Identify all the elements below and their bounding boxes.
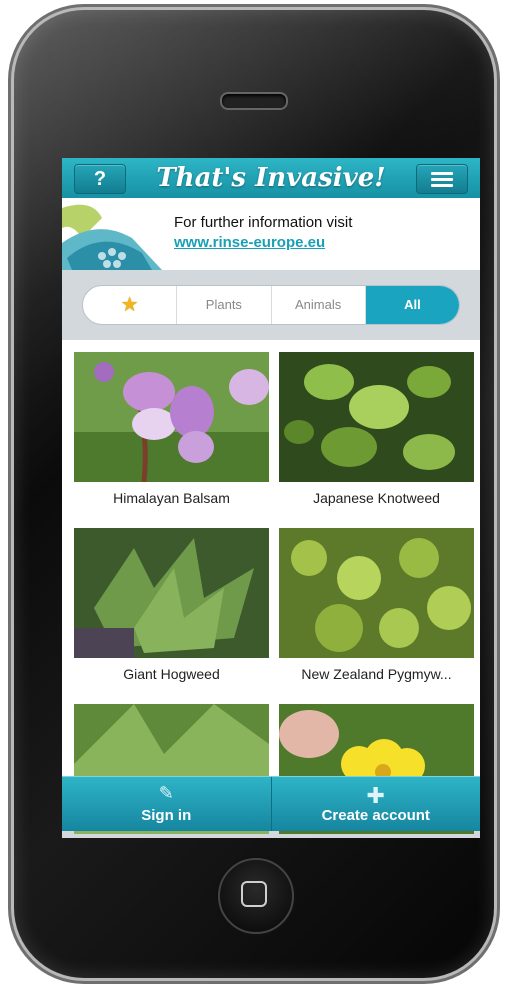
menu-button[interactable] xyxy=(416,164,468,194)
species-grid: Himalayan Balsam Japanese Knotweed Giant… xyxy=(62,340,480,834)
giant-hogweed-image xyxy=(74,528,269,658)
filter-favorites[interactable]: ★ xyxy=(83,286,178,324)
bottom-tabbar: ✎ Sign in ✚ Create account xyxy=(62,776,480,831)
info-banner: For further information visit www.rinse-… xyxy=(62,198,480,270)
filter-area: ★ Plants Animals All xyxy=(62,270,480,340)
home-square-icon xyxy=(241,881,267,907)
category-filter: ★ Plants Animals All xyxy=(82,285,460,325)
sign-in-button[interactable]: ✎ Sign in xyxy=(62,777,272,831)
new-zealand-pygmyweed-image xyxy=(279,528,474,658)
japanese-knotweed-image xyxy=(279,352,474,482)
app-title: That's Invasive! xyxy=(156,163,386,193)
species-name: Himalayan Balsam xyxy=(113,490,230,506)
menu-icon xyxy=(431,172,453,190)
species-tile[interactable]: Japanese Knotweed xyxy=(279,352,474,522)
app-header: ? That's Invasive! xyxy=(62,158,480,199)
banner-link[interactable]: www.rinse-europe.eu xyxy=(174,234,325,251)
species-tile[interactable]: Himalayan Balsam xyxy=(74,352,269,522)
pencil-icon: ✎ xyxy=(158,783,174,803)
species-tile[interactable] xyxy=(279,704,474,834)
species-tile[interactable]: Giant Hogweed xyxy=(74,528,269,698)
species-name: New Zealand Pygmyw... xyxy=(301,666,452,682)
create-account-button[interactable]: ✚ Create account xyxy=(272,777,481,831)
filter-all[interactable]: All xyxy=(365,286,459,324)
star-icon: ★ xyxy=(120,294,139,316)
phone-speaker xyxy=(220,92,288,110)
species-tile[interactable] xyxy=(74,704,269,834)
sign-in-label: Sign in xyxy=(141,807,192,824)
species-name: Giant Hogweed xyxy=(123,666,220,682)
filter-animals[interactable]: Animals xyxy=(272,286,366,324)
himalayan-balsam-image xyxy=(74,352,269,482)
rinse-logo-icon xyxy=(62,204,162,270)
species-tile[interactable]: New Zealand Pygmyw... xyxy=(279,528,474,698)
help-button[interactable]: ? xyxy=(74,164,126,194)
app-screen: ? That's Invasive! For further informati… xyxy=(62,158,480,838)
banner-text: For further information visit xyxy=(174,214,353,231)
filter-plants[interactable]: Plants xyxy=(177,286,272,324)
species-name: Japanese Knotweed xyxy=(313,490,440,506)
home-button[interactable] xyxy=(218,858,294,934)
plus-icon: ✚ xyxy=(366,783,385,808)
create-account-label: Create account xyxy=(321,807,430,824)
